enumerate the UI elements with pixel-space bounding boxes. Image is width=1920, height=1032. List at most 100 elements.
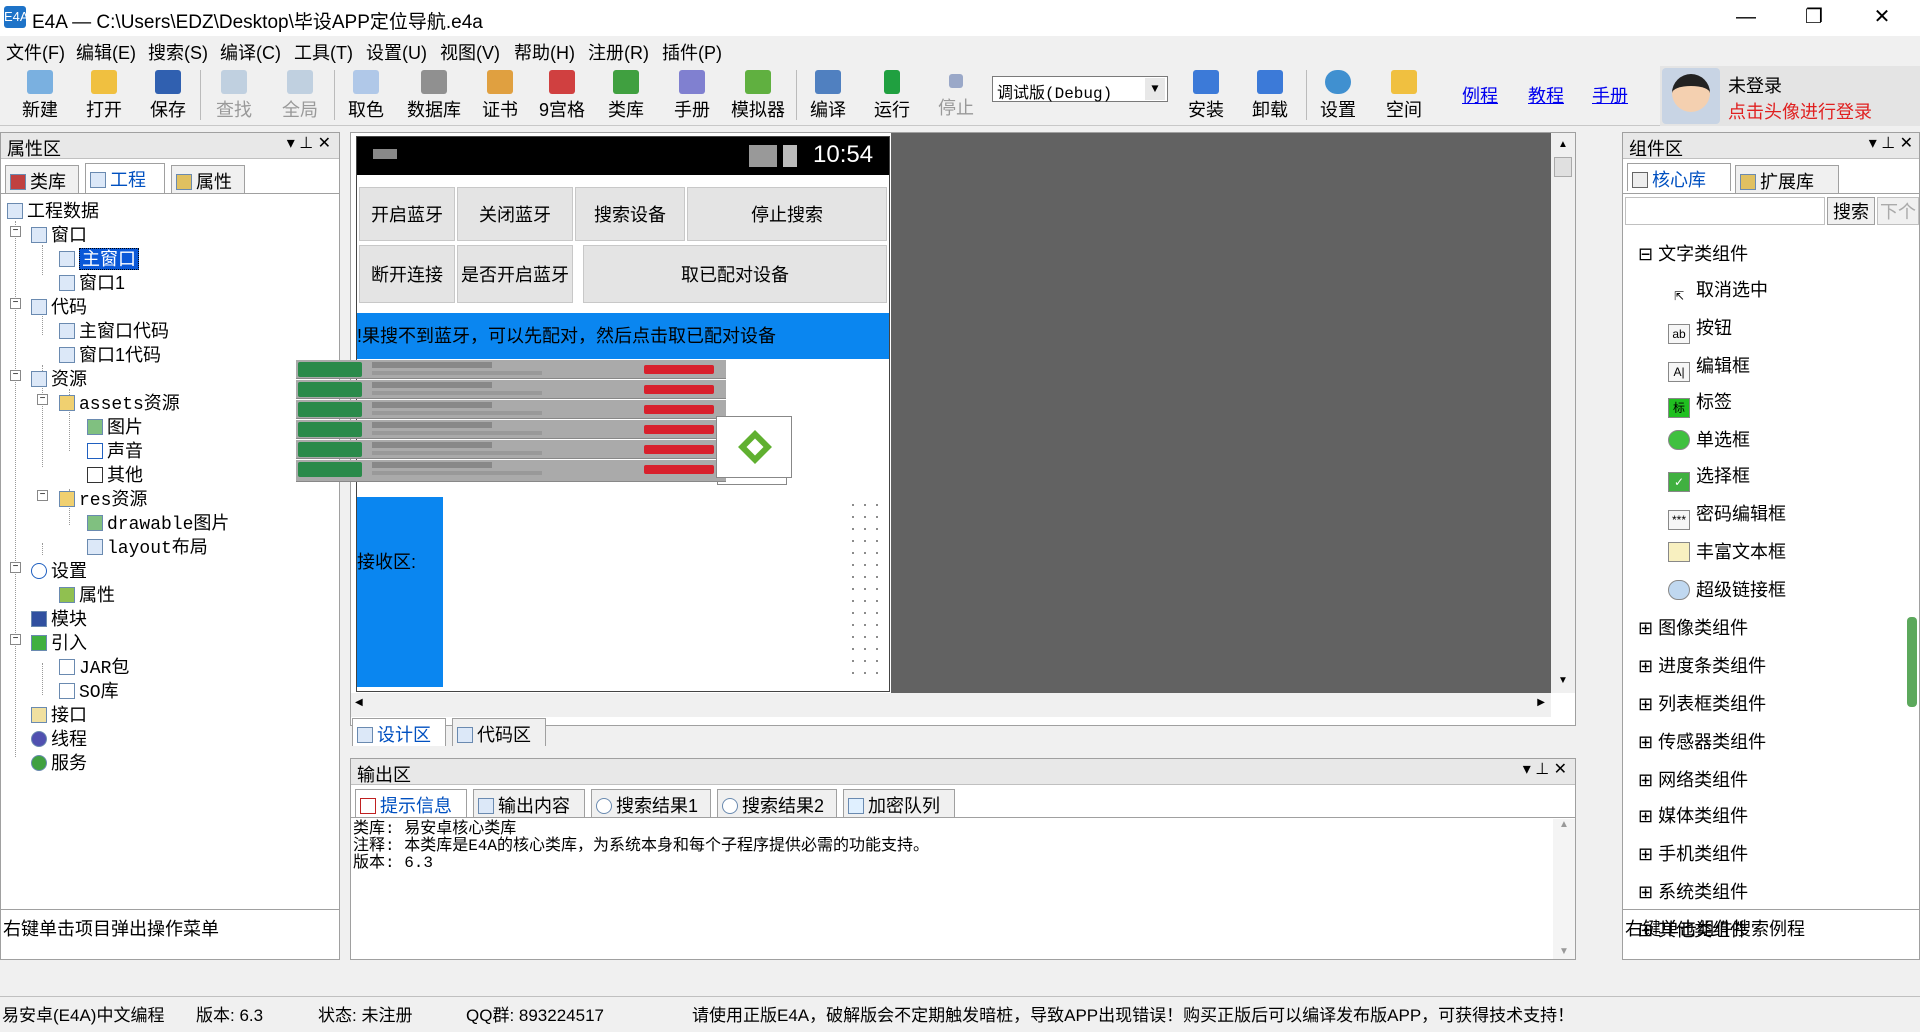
- database-button[interactable]: 数据库: [404, 66, 464, 124]
- disconnect-button[interactable]: 断开连接: [359, 245, 455, 303]
- compile-button[interactable]: 编译: [806, 66, 850, 124]
- tree-props[interactable]: 属性: [59, 581, 115, 607]
- output-vscroll[interactable]: ▲ ▼: [1553, 819, 1575, 959]
- component-deselect[interactable]: ⇱ 取消选中: [1668, 276, 1768, 307]
- component-richtext[interactable]: 丰富文本框: [1668, 538, 1786, 564]
- tab-hints[interactable]: 提示信息: [355, 789, 467, 817]
- find-button[interactable]: 查找: [212, 66, 256, 124]
- tab-output[interactable]: 输出内容: [473, 789, 585, 817]
- designer-vscroll[interactable]: ▲ ▼: [1551, 133, 1575, 693]
- tab-project[interactable]: 工程: [85, 163, 165, 193]
- space-button[interactable]: 空间: [1382, 66, 1426, 124]
- list-row[interactable]: [296, 360, 726, 379]
- tree-expander[interactable]: −: [37, 394, 48, 405]
- group-progress-components[interactable]: ⊞ 进度条类组件: [1638, 652, 1766, 678]
- list-row[interactable]: [296, 400, 726, 419]
- component-password[interactable]: *** 密码编辑框: [1668, 500, 1786, 530]
- tree-main-window[interactable]: 主窗口: [59, 245, 139, 271]
- tree-expander[interactable]: −: [10, 562, 21, 573]
- tree-main-window-code[interactable]: 主窗口代码: [59, 317, 169, 343]
- tab-code[interactable]: 代码区: [452, 718, 546, 746]
- chevron-down-icon[interactable]: ▼: [1145, 78, 1165, 100]
- group-text-components[interactable]: ⊟ 文字类组件: [1638, 240, 1748, 266]
- menu-plugins[interactable]: 插件(P): [662, 39, 722, 65]
- expand-icon[interactable]: ⊞: [1638, 920, 1658, 940]
- list-row[interactable]: [296, 440, 726, 459]
- stop-button[interactable]: 停止: [934, 66, 978, 124]
- search-device-button[interactable]: 搜索设备: [575, 187, 685, 241]
- tree-other[interactable]: 其他: [87, 461, 143, 487]
- new-button[interactable]: 新建: [18, 66, 62, 124]
- tab-encrypt-queue[interactable]: 加密队列: [843, 789, 955, 817]
- tab-search2[interactable]: 搜索结果2: [717, 789, 837, 817]
- build-mode-select[interactable]: 调试版(Debug) ▼: [992, 76, 1168, 103]
- avatar[interactable]: [1662, 68, 1720, 124]
- menu-view[interactable]: 视图(V): [440, 39, 500, 65]
- component-checkbox[interactable]: ✓ 选择框: [1668, 462, 1750, 492]
- component-button[interactable]: ab 按钮: [1668, 314, 1732, 344]
- tree-windows[interactable]: 窗口: [31, 221, 87, 247]
- panel-controls-icon[interactable]: ▾ ⊥ ✕: [1869, 133, 1913, 153]
- menu-help[interactable]: 帮助(H): [514, 39, 575, 65]
- close-bluetooth-button[interactable]: 关闭蓝牙: [457, 187, 573, 241]
- login-hint[interactable]: 点击头像进行登录: [1728, 98, 1872, 124]
- tree-expander[interactable]: −: [10, 634, 21, 645]
- expand-icon[interactable]: ⊞: [1638, 656, 1658, 676]
- tree-expander[interactable]: −: [37, 490, 48, 501]
- tree-code[interactable]: 代码: [31, 293, 87, 319]
- tree-thread[interactable]: 线程: [31, 725, 87, 751]
- global-button[interactable]: 全局: [278, 66, 322, 124]
- grid9-button[interactable]: 9宫格: [536, 66, 588, 124]
- close-button[interactable]: ✕: [1852, 0, 1912, 36]
- menu-edit[interactable]: 编辑(E): [76, 39, 136, 65]
- tab-properties[interactable]: 属性: [171, 165, 245, 193]
- expand-icon[interactable]: ⊞: [1638, 770, 1658, 790]
- group-phone-components[interactable]: ⊞ 手机类组件: [1638, 840, 1748, 866]
- tab-core-lib[interactable]: 核心库: [1627, 163, 1731, 191]
- group-other-components[interactable]: ⊞ 其他类组件: [1638, 916, 1748, 942]
- component-editbox[interactable]: A| 编辑框: [1668, 352, 1750, 382]
- component-search-button[interactable]: 搜索: [1827, 197, 1875, 225]
- manual-button[interactable]: 手册: [670, 66, 714, 124]
- designer-hscroll[interactable]: ◀ ▶: [351, 693, 1551, 717]
- group-list-components[interactable]: ⊞ 列表框类组件: [1638, 690, 1766, 716]
- tab-design[interactable]: 设计区: [352, 718, 446, 746]
- group-sensor-components[interactable]: ⊞ 传感器类组件: [1638, 728, 1766, 754]
- tree-layout[interactable]: layout布局: [87, 533, 208, 559]
- group-media-components[interactable]: ⊞ 媒体类组件: [1638, 802, 1748, 828]
- open-bluetooth-button[interactable]: 开启蓝牙: [359, 187, 455, 241]
- tree-res[interactable]: res资源: [59, 485, 147, 511]
- list-row[interactable]: [296, 420, 726, 439]
- tree-resources[interactable]: 资源: [31, 365, 87, 391]
- tree-settings[interactable]: 设置: [31, 557, 87, 583]
- tree-assets[interactable]: assets资源: [59, 389, 180, 415]
- expand-icon[interactable]: ⊞: [1638, 618, 1658, 638]
- stop-search-button[interactable]: 停止搜索: [687, 187, 887, 241]
- group-network-components[interactable]: ⊞ 网络类组件: [1638, 766, 1748, 792]
- component-radio[interactable]: 单选框: [1668, 426, 1750, 452]
- examples-link[interactable]: 例程: [1462, 82, 1498, 108]
- tree-service[interactable]: 服务: [31, 749, 87, 775]
- list-row[interactable]: [296, 460, 726, 482]
- component-hyperlink[interactable]: 超级链接框: [1668, 576, 1786, 602]
- component-scrollbar[interactable]: [1907, 617, 1917, 707]
- get-paired-button[interactable]: 取已配对设备: [583, 245, 887, 303]
- tree-expander[interactable]: −: [10, 298, 21, 309]
- install-button[interactable]: 安装: [1184, 66, 1228, 124]
- menu-compile[interactable]: 编译(C): [220, 39, 281, 65]
- menu-register[interactable]: 注册(R): [588, 39, 649, 65]
- tree-expander[interactable]: −: [10, 370, 21, 381]
- group-system-components[interactable]: ⊞ 系统类组件: [1638, 878, 1748, 904]
- save-button[interactable]: 保存: [146, 66, 190, 124]
- tree-import[interactable]: 引入: [31, 629, 87, 655]
- collapse-icon[interactable]: ⊟: [1638, 244, 1658, 264]
- tree-sounds[interactable]: 声音: [87, 437, 143, 463]
- list-row[interactable]: [296, 380, 726, 399]
- tutorial-link[interactable]: 教程: [1528, 82, 1564, 108]
- tab-ext-lib[interactable]: 扩展库: [1735, 165, 1839, 193]
- manual-link[interactable]: 手册: [1592, 82, 1628, 108]
- tree-jar[interactable]: JAR包: [59, 653, 129, 679]
- tab-search1[interactable]: 搜索结果1: [591, 789, 711, 817]
- expand-icon[interactable]: ⊞: [1638, 732, 1658, 752]
- run-button[interactable]: 运行: [870, 66, 914, 124]
